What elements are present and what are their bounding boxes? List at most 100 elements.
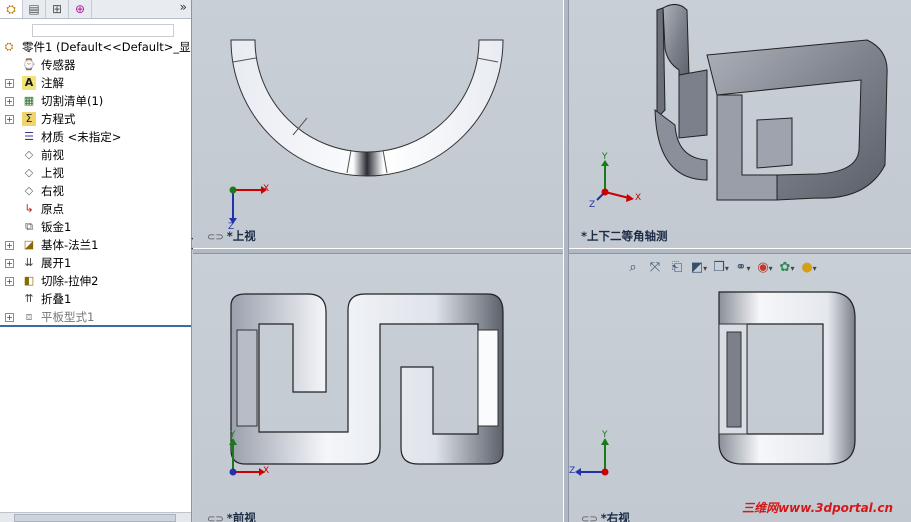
tree-item-material[interactable]: ☰ 材质 <未指定>: [0, 128, 191, 146]
axis-z-label: Z: [589, 200, 596, 210]
configuration-manager-icon: ⊞: [51, 2, 63, 16]
triad-top: [229, 186, 267, 224]
flat-pattern-icon: ⧈: [25, 310, 33, 323]
scrollbar-thumb[interactable]: [14, 514, 176, 522]
view-orientation-icon[interactable]: ❒▾: [712, 259, 730, 277]
feature-manager-tab[interactable]: ⛭: [0, 0, 23, 18]
tree-item-top-plane[interactable]: ◇ 上视: [0, 164, 191, 182]
heads-up-view-toolbar: ⌕ ⤧ ⎗ ◩▾ ❒▾ ⚭▾ ◉▾ ✿▾ ●▾: [624, 258, 818, 278]
edit-appearance-icon[interactable]: ✿▾: [778, 259, 796, 277]
plane-icon: ◇: [24, 148, 34, 161]
expand-toggle[interactable]: +: [5, 241, 14, 250]
expand-toggle[interactable]: +: [5, 313, 14, 322]
tree-root-part[interactable]: ⛭ 零件1 (Default<<Default>_显: [0, 38, 191, 56]
tree-item-label: 方程式: [41, 112, 76, 126]
triad-isometric: [596, 160, 634, 202]
viewport-top-label: ⊂⊃ *上视: [207, 229, 256, 243]
plane-icon: ◇: [24, 166, 34, 179]
sidebar-horizontal-scrollbar[interactable]: [0, 512, 191, 522]
tree-item-label: 展开1: [41, 256, 72, 270]
part-icon: ⛭: [4, 40, 14, 53]
expand-toggle[interactable]: +: [5, 277, 14, 286]
sensor-icon: ⌚: [22, 58, 36, 71]
axis-x-label: X: [263, 466, 270, 476]
tree-item-label: 注解: [41, 76, 64, 90]
tree-item-label: 平板型式1: [41, 310, 95, 324]
feature-tree: ⛭ 零件1 (Default<<Default>_显 ⌚ 传感器 + A 注解 …: [0, 38, 191, 326]
apply-scene-icon[interactable]: ●▾: [800, 259, 818, 277]
site-watermark: 三维网www.3dportal.cn: [742, 501, 893, 515]
link-views-icon: ⊂⊃: [207, 514, 224, 522]
expand-toggle[interactable]: +: [5, 259, 14, 268]
tree-item-equations[interactable]: + Σ 方程式: [0, 110, 191, 128]
tree-item-label: 上视: [41, 166, 64, 180]
tree-item-label: 右视: [41, 184, 64, 198]
base-flange-icon: ◪: [23, 238, 35, 251]
tree-root-label: 零件1 (Default<<Default>_显: [22, 40, 191, 54]
expand-panel-button[interactable]: »: [180, 0, 187, 14]
manager-tabs: ⛭ ▤ ⊞ ⊕ »: [0, 0, 191, 19]
tree-item-cut-list[interactable]: + ▦ 切割清单(1): [0, 92, 191, 110]
viewport-right-label: ⊂⊃ *右视: [581, 510, 630, 522]
tree-item-sheet-metal[interactable]: ⧉ 钣金1: [0, 218, 191, 236]
expand-toggle[interactable]: +: [5, 79, 14, 88]
cut-extrude-icon: ◧: [23, 274, 35, 287]
tree-item-label: 前视: [41, 148, 64, 162]
display-style-icon[interactable]: ⚭▾: [734, 259, 752, 277]
zoom-area-icon[interactable]: ⤧: [646, 259, 664, 277]
tree-item-label: 基体-法兰1: [41, 238, 99, 252]
axis-z-label: Z: [569, 466, 576, 476]
triad-right: [575, 438, 609, 476]
cut-list-icon: ▦: [23, 94, 35, 107]
axis-y-label: Y: [602, 430, 608, 440]
axis-y-label: Y: [230, 430, 236, 440]
configuration-manager-tab[interactable]: ⊞: [46, 0, 69, 18]
link-views-icon: ⊂⊃: [207, 232, 224, 243]
tree-item-cut-extrude[interactable]: + ◧ 切除-拉伸2: [0, 272, 191, 290]
axis-x-label: X: [635, 193, 642, 203]
tree-item-label: 切割清单(1): [41, 94, 104, 108]
tree-item-sensors[interactable]: ⌚ 传感器: [0, 56, 191, 74]
tree-item-flat-pattern[interactable]: + ⧈ 平板型式1: [0, 308, 191, 326]
section-view-icon[interactable]: ◩▾: [690, 259, 708, 277]
tree-item-annotations[interactable]: + A 注解: [0, 74, 191, 92]
tree-item-unfold[interactable]: + ⇊ 展开1: [0, 254, 191, 272]
link-views-icon: ⊂⊃: [581, 514, 598, 522]
dimxpert-tab[interactable]: ⊕: [69, 0, 92, 18]
material-icon: ☰: [24, 130, 34, 143]
fold-icon: ⇈: [24, 292, 34, 305]
annotation-icon: A: [22, 76, 36, 90]
zoom-to-fit-icon[interactable]: ⌕: [624, 259, 642, 277]
viewport-front-label: ⊂⊃ *前视: [207, 510, 256, 522]
tree-item-fold[interactable]: ⇈ 折叠1: [0, 290, 191, 308]
tree-item-base-flange[interactable]: + ◪ 基体-法兰1: [0, 236, 191, 254]
tree-item-label: 折叠1: [41, 292, 72, 306]
equation-icon: Σ: [22, 112, 36, 126]
tree-item-label: 原点: [41, 202, 64, 216]
plane-icon: ◇: [24, 184, 34, 197]
feature-filter-input[interactable]: [32, 24, 174, 37]
tree-item-label: 钣金1: [41, 220, 72, 234]
hide-show-items-icon[interactable]: ◉▾: [756, 259, 774, 277]
property-manager-tab[interactable]: ▤: [23, 0, 46, 18]
tree-item-right-plane[interactable]: ◇ 右视: [0, 182, 191, 200]
expand-toggle[interactable]: +: [5, 97, 14, 106]
viewport-horizontal-splitter[interactable]: [193, 248, 911, 254]
origin-icon: ↳: [24, 202, 34, 215]
feature-manager-panel: ⛭ ▤ ⊞ ⊕ » ⛭ 零件1 (Default<<Default>_显 ⌚ 传…: [0, 0, 192, 522]
tree-item-front-plane[interactable]: ◇ 前视: [0, 146, 191, 164]
previous-view-icon[interactable]: ⎗: [668, 259, 686, 277]
dimxpert-icon: ⊕: [74, 2, 86, 16]
viewport-right[interactable]: Y Z ⊂⊃ *右视: [567, 252, 911, 522]
viewport-front[interactable]: Y X ⊂⊃ *前视: [193, 252, 563, 522]
tree-item-label: 切除-拉伸2: [41, 274, 99, 288]
tree-item-origin[interactable]: ↳ 原点: [0, 200, 191, 218]
viewport-vertical-splitter[interactable]: [563, 0, 569, 522]
sheet-metal-icon: ⧉: [25, 220, 33, 233]
expand-toggle[interactable]: +: [5, 115, 14, 124]
property-manager-icon: ▤: [28, 2, 40, 16]
viewport-isometric[interactable]: Y X Z *上下二等角轴测: [567, 0, 911, 248]
rollback-bar[interactable]: [0, 325, 191, 327]
viewport-top[interactable]: X Z ⊂⊃ *上视: [193, 0, 563, 248]
tree-item-label: 材质 <未指定>: [41, 130, 122, 144]
